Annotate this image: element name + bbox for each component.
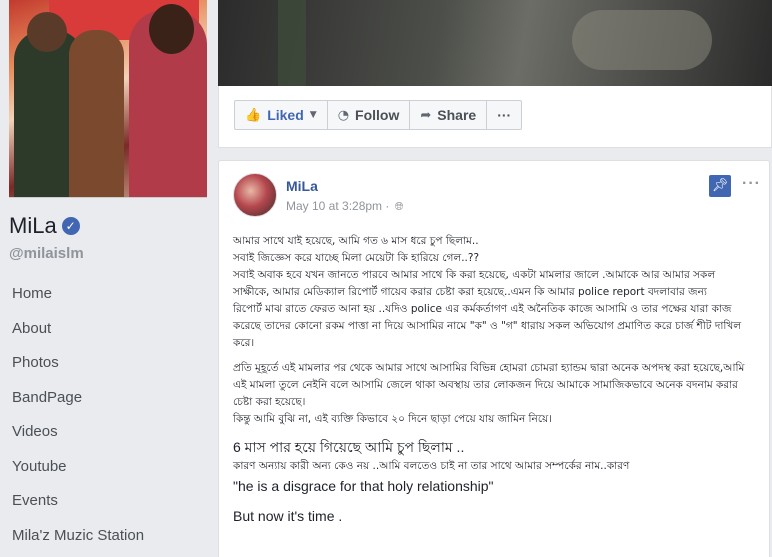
action-buttons: 👍 Liked ▼ ◔ Follow ➦ Share ··· — [234, 100, 523, 130]
post-body: আমার সাথে যাই হয়েছে, আমি গত ৬ মাস ধরে চ… — [233, 233, 753, 527]
post-line: করে। — [233, 337, 255, 349]
post-meta: May 10 at 3:28pm · 🌐︎ — [286, 199, 404, 214]
pin-icon[interactable]: 📌︎ — [709, 175, 731, 197]
nav-item-home[interactable]: Home — [0, 277, 218, 312]
pinned-post: MiLa May 10 at 3:28pm · 🌐︎ 📌︎ ··· আমার স… — [218, 160, 770, 557]
post-line: কিন্তু আমি বুঝি না, এই ব্যক্তি কিভাবে ২০… — [233, 413, 552, 425]
photo-head-right — [149, 4, 194, 54]
page-nav: Home About Photos BandPage Videos Youtub… — [0, 277, 218, 553]
post-line: আমার সাথে যাই হয়েছে, আমি গত ৬ মাস ধরে চ… — [233, 235, 479, 247]
post-line: প্রতি মূহূর্তে এই মামলার পর থেকে আমার সা… — [233, 362, 745, 374]
share-button[interactable]: ➦ Share — [409, 100, 488, 130]
post-line: এই মামলা তুলে নেইনি বলে আসামি জেলে থাকা … — [233, 379, 738, 391]
post-avatar[interactable] — [233, 173, 277, 217]
page-action-bar: 👍 Liked ▼ ◔ Follow ➦ Share ··· — [218, 86, 772, 148]
post-line: করেছে তাদের কোনো রকম পাত্তা না দিয়ে আসা… — [233, 320, 742, 332]
nav-item-events[interactable]: Events — [0, 484, 218, 519]
thumbs-up-icon: 👍 — [245, 107, 262, 123]
chevron-down-icon: ▼ — [309, 110, 317, 120]
post-closing: But now it's time . — [233, 508, 343, 524]
photo-head-left — [27, 12, 67, 52]
post-line: রিপোর্ট মাঝ রাতে ফেরত আনা হয় ..যদিও pol… — [233, 303, 732, 315]
page-name-text[interactable]: MiLa — [9, 213, 57, 239]
cover-highlight — [572, 10, 712, 70]
globe-icon[interactable]: 🌐︎ — [395, 200, 404, 213]
post-line: কারণ অন্যায় কারী অন্য কেও নয় ..আমি বলত… — [233, 460, 630, 472]
post-line: চেষ্টা করা হয়েছে। — [233, 396, 306, 408]
verified-badge-icon: ✓ — [61, 217, 80, 235]
post-line: সবাই জিজ্ঞেস করে যাচ্ছে মিলা মেয়েটা কি … — [233, 252, 480, 264]
nav-item-bandpage[interactable]: BandPage — [0, 381, 218, 416]
cover-stripe — [278, 0, 306, 86]
follow-label: Follow — [355, 107, 400, 123]
rss-icon: ◔ — [337, 107, 350, 123]
follow-button[interactable]: ◔ Follow — [326, 100, 411, 130]
post-line: সবাই অবাক হবে যখন জানতে পারবে আমার সাথে … — [233, 269, 716, 281]
share-arrow-icon: ➦ — [420, 107, 432, 123]
post-timestamp[interactable]: May 10 at 3:28pm — [286, 199, 382, 213]
page-name[interactable]: MiLa ✓ — [9, 213, 80, 239]
nav-item-muzic-station[interactable]: Mila'z Muzic Station — [0, 519, 218, 554]
liked-button[interactable]: 👍 Liked ▼ — [234, 100, 328, 130]
post-line: 6 মাস পার হয়ে গিয়েছে আমি চুপ ছিলাম .. — [233, 439, 465, 455]
nav-item-youtube[interactable]: Youtube — [0, 450, 218, 485]
photo-figure-center — [69, 30, 124, 197]
nav-item-videos[interactable]: Videos — [0, 415, 218, 450]
post-quote: "he is a disgrace for that holy relation… — [233, 478, 494, 494]
nav-item-photos[interactable]: Photos — [0, 346, 218, 381]
post-line: সাক্ষীকে, আমার মেডিক্যাল রিপোর্ট গায়েব … — [233, 286, 707, 298]
cover-photo[interactable] — [218, 0, 772, 86]
more-label: ··· — [497, 107, 512, 123]
post-author[interactable]: MiLa — [286, 178, 318, 194]
left-column: MiLa ✓ @milaislm Home About Photos BandP… — [0, 0, 218, 557]
page-handle[interactable]: @milaislm — [9, 245, 84, 262]
post-options-icon[interactable]: ··· — [742, 175, 761, 193]
nav-item-about[interactable]: About — [0, 312, 218, 347]
share-label: Share — [437, 107, 477, 123]
profile-photo[interactable] — [9, 0, 207, 198]
liked-label: Liked — [267, 107, 304, 123]
meta-separator: · — [385, 199, 393, 213]
more-button[interactable]: ··· — [486, 100, 523, 130]
